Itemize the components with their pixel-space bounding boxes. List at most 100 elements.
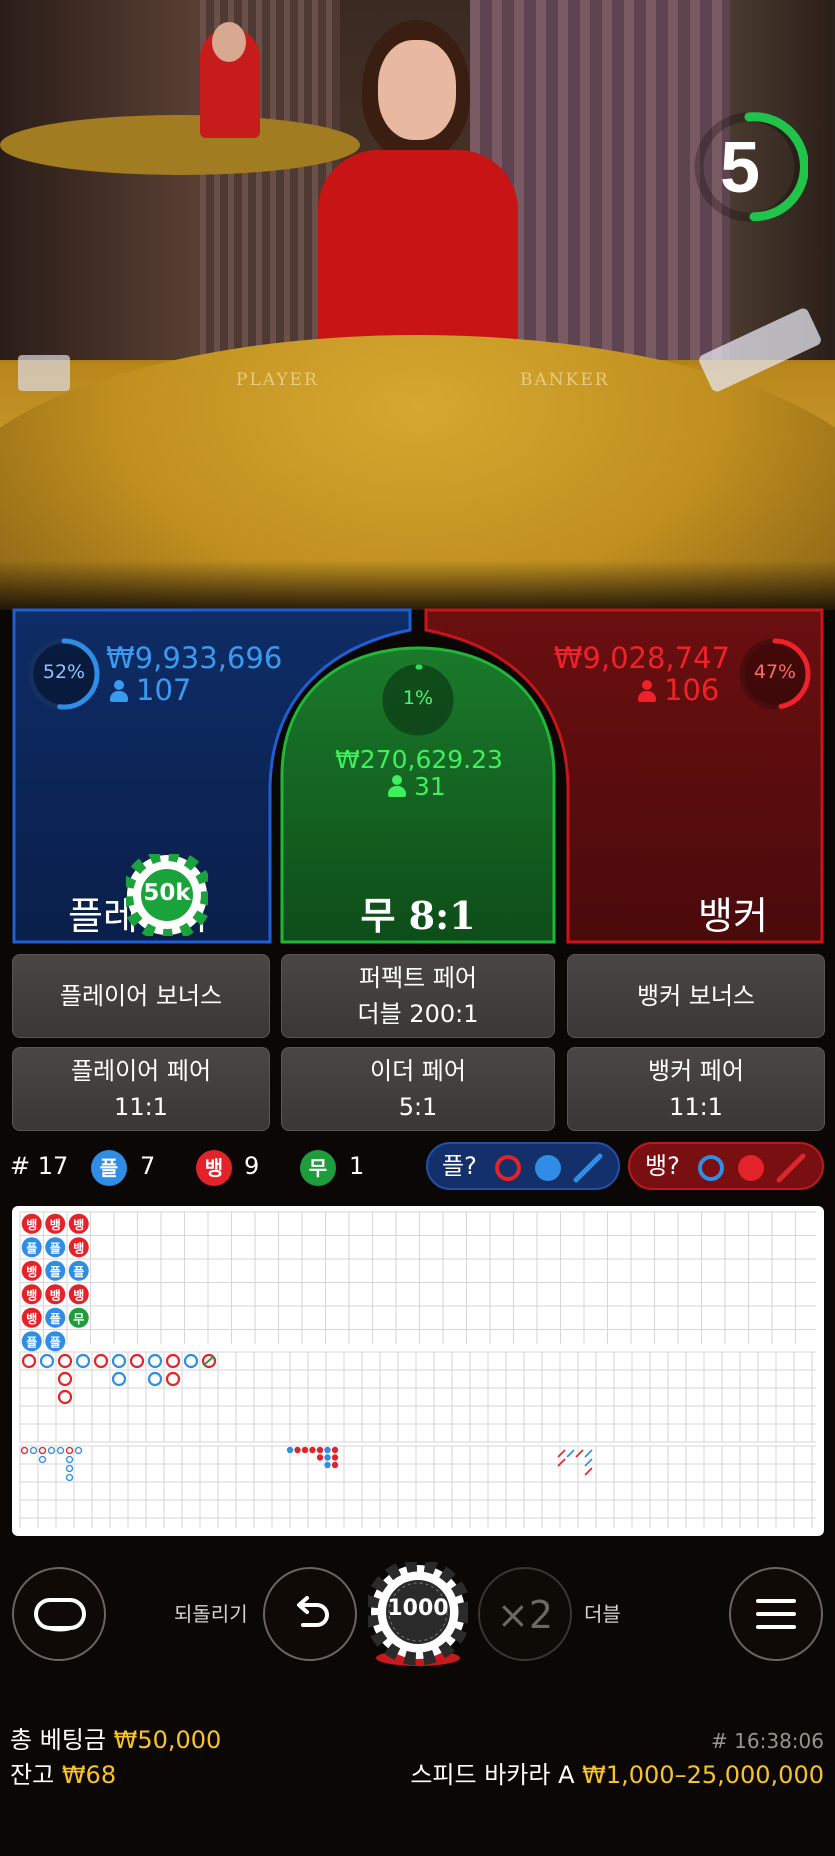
small-road-mark (286, 1446, 294, 1454)
big-road-mark (21, 1353, 37, 1369)
small-road-mark (294, 1446, 301, 1454)
roadmap[interactable]: 뱅플뱅뱅뱅플뱅플플뱅플플뱅뱅플뱅무 (12, 1206, 824, 1536)
banker-percent: 47% (753, 661, 797, 683)
undo-button[interactable] (263, 1567, 357, 1661)
live-video: PLAYER BANKER 5 (0, 0, 835, 610)
balance: 잔고 ₩68 (10, 1760, 116, 1790)
view-toggle-button[interactable] (12, 1567, 106, 1661)
menu-icon (756, 1599, 796, 1629)
small-road-mark (324, 1446, 331, 1454)
banker-bonus-button[interactable]: 뱅커 보너스 (567, 954, 825, 1038)
banker-pair-label: 뱅커 페어 (648, 1057, 744, 1085)
player-pair-odds: 11:1 (114, 1093, 168, 1121)
perfect-pair-button[interactable]: 퍼펙트 페어 더블 200:1 (281, 954, 555, 1038)
player-bettor-count: 107 (110, 675, 191, 705)
player-win-count: 7 (140, 1152, 156, 1180)
bead-road-label: 플 (26, 1240, 37, 1255)
either-pair-label: 이더 페어 (370, 1057, 466, 1085)
circle-filled-icon (535, 1155, 561, 1181)
small-road-mark (324, 1454, 331, 1461)
banker-stat-icon: 뱅 (196, 1150, 232, 1186)
bead-eye-road-mark (20, 1446, 29, 1455)
bead-road-label: 뱅 (50, 1217, 61, 1232)
banker-bettor-count: 106 (638, 675, 719, 705)
banker-bonus-label: 뱅커 보너스 (636, 982, 756, 1010)
bead-road-label: 뱅 (26, 1311, 37, 1326)
either-pair-button[interactable]: 이더 페어 5:1 (281, 1047, 555, 1131)
banker-count-value: 106 (664, 673, 720, 707)
table-info: 스피드 바카라 A ₩1,000–25,000,000 (300, 1760, 824, 1790)
big-road-mark (57, 1353, 73, 1369)
double-symbol: ×2 (496, 1593, 554, 1637)
small-road-mark (331, 1461, 339, 1469)
total-bet-label: 총 베팅금 (10, 1726, 106, 1754)
double-button[interactable]: ×2 (478, 1567, 572, 1661)
big-road-mark (57, 1389, 73, 1405)
player-bonus-label: 플레이어 보너스 (59, 982, 223, 1010)
big-road-mark (111, 1371, 127, 1387)
player-stat-icon: 플 (91, 1150, 127, 1186)
player-pair-button[interactable]: 플레이어 페어 11:1 (12, 1047, 270, 1131)
bead-road-label: 플 (50, 1334, 61, 1349)
roadmap-grid: 뱅플뱅뱅뱅플뱅플플뱅플플뱅뱅플뱅무 (19, 1211, 816, 1528)
person-icon (388, 775, 406, 797)
bead-eye-road-mark (29, 1446, 38, 1455)
player-percent: 52% (42, 661, 86, 683)
cockroach-road-mark (584, 1449, 593, 1458)
bead-eye-road-mark (65, 1464, 74, 1473)
big-road-mark (75, 1353, 91, 1369)
big-road-mark (57, 1371, 73, 1387)
bead-road-label: 뱅 (26, 1264, 37, 1279)
banker-win-count: 9 (244, 1152, 260, 1180)
round-number: # 17 (10, 1152, 69, 1180)
big-road-mark (147, 1353, 163, 1369)
bead-road-label: 플 (50, 1240, 61, 1255)
dealer-body (318, 150, 518, 350)
slash-icon (573, 1153, 603, 1183)
big-road-mark (111, 1353, 127, 1369)
small-road-mark (316, 1454, 324, 1461)
game-screen: PLAYER BANKER 5 52% ₩9,933,696 107 플레이어 (0, 0, 835, 1856)
player-pair-label: 플레이어 페어 (70, 1057, 212, 1085)
tie-total-amount: ₩270,629.23 (335, 745, 503, 774)
person-icon (638, 680, 656, 702)
small-road-mark (324, 1461, 331, 1469)
circle-outline-icon (698, 1155, 724, 1181)
banker-bet-spot[interactable]: 뱅커 (698, 885, 768, 940)
bead-road-label: 뱅 (73, 1217, 84, 1232)
tie-bet-spot[interactable]: 무 8:1 (330, 885, 506, 940)
bead-eye-road-mark (65, 1473, 74, 1482)
big-road-mark (165, 1353, 181, 1369)
player-predict-icons (495, 1153, 603, 1183)
table-limits: ₩1,000–25,000,000 (582, 1761, 824, 1789)
player-predict-label: 플? (442, 1152, 477, 1180)
either-pair-odds: 5:1 (398, 1093, 438, 1121)
bead-road-label: 플 (50, 1311, 61, 1326)
table-banker-text: BANKER (520, 370, 610, 390)
small-road-mark (331, 1454, 339, 1461)
bead-eye-road-mark (47, 1446, 56, 1455)
double-label: 더블 (584, 1602, 621, 1626)
dealer-face (378, 40, 456, 140)
slash-icon (776, 1153, 806, 1183)
small-road-mark (301, 1446, 309, 1454)
small-road-mark (309, 1446, 316, 1454)
cockroach-road-mark (584, 1458, 593, 1467)
perfect-pair-odds: 더블 200:1 (357, 1000, 479, 1028)
curtain-left (0, 0, 200, 360)
bead-eye-road-mark (74, 1446, 83, 1455)
small-road-mark (331, 1446, 339, 1454)
tie-count-value: 31 (414, 772, 446, 801)
total-bet-value: ₩50,000 (113, 1726, 222, 1754)
player-bonus-button[interactable]: 플레이어 보너스 (12, 954, 270, 1038)
tie-stat-icon: 무 (300, 1150, 336, 1186)
menu-button[interactable] (729, 1567, 823, 1661)
bead-eye-road-mark (38, 1446, 47, 1455)
cockroach-road-mark (575, 1449, 584, 1458)
bead-road-label: 플 (50, 1264, 61, 1279)
banker-pair-button[interactable]: 뱅커 페어 11:1 (567, 1047, 825, 1131)
undo-icon (297, 1596, 329, 1627)
balance-label: 잔고 (10, 1761, 55, 1789)
big-road-mark (147, 1371, 163, 1387)
player-count-value: 107 (136, 673, 192, 707)
